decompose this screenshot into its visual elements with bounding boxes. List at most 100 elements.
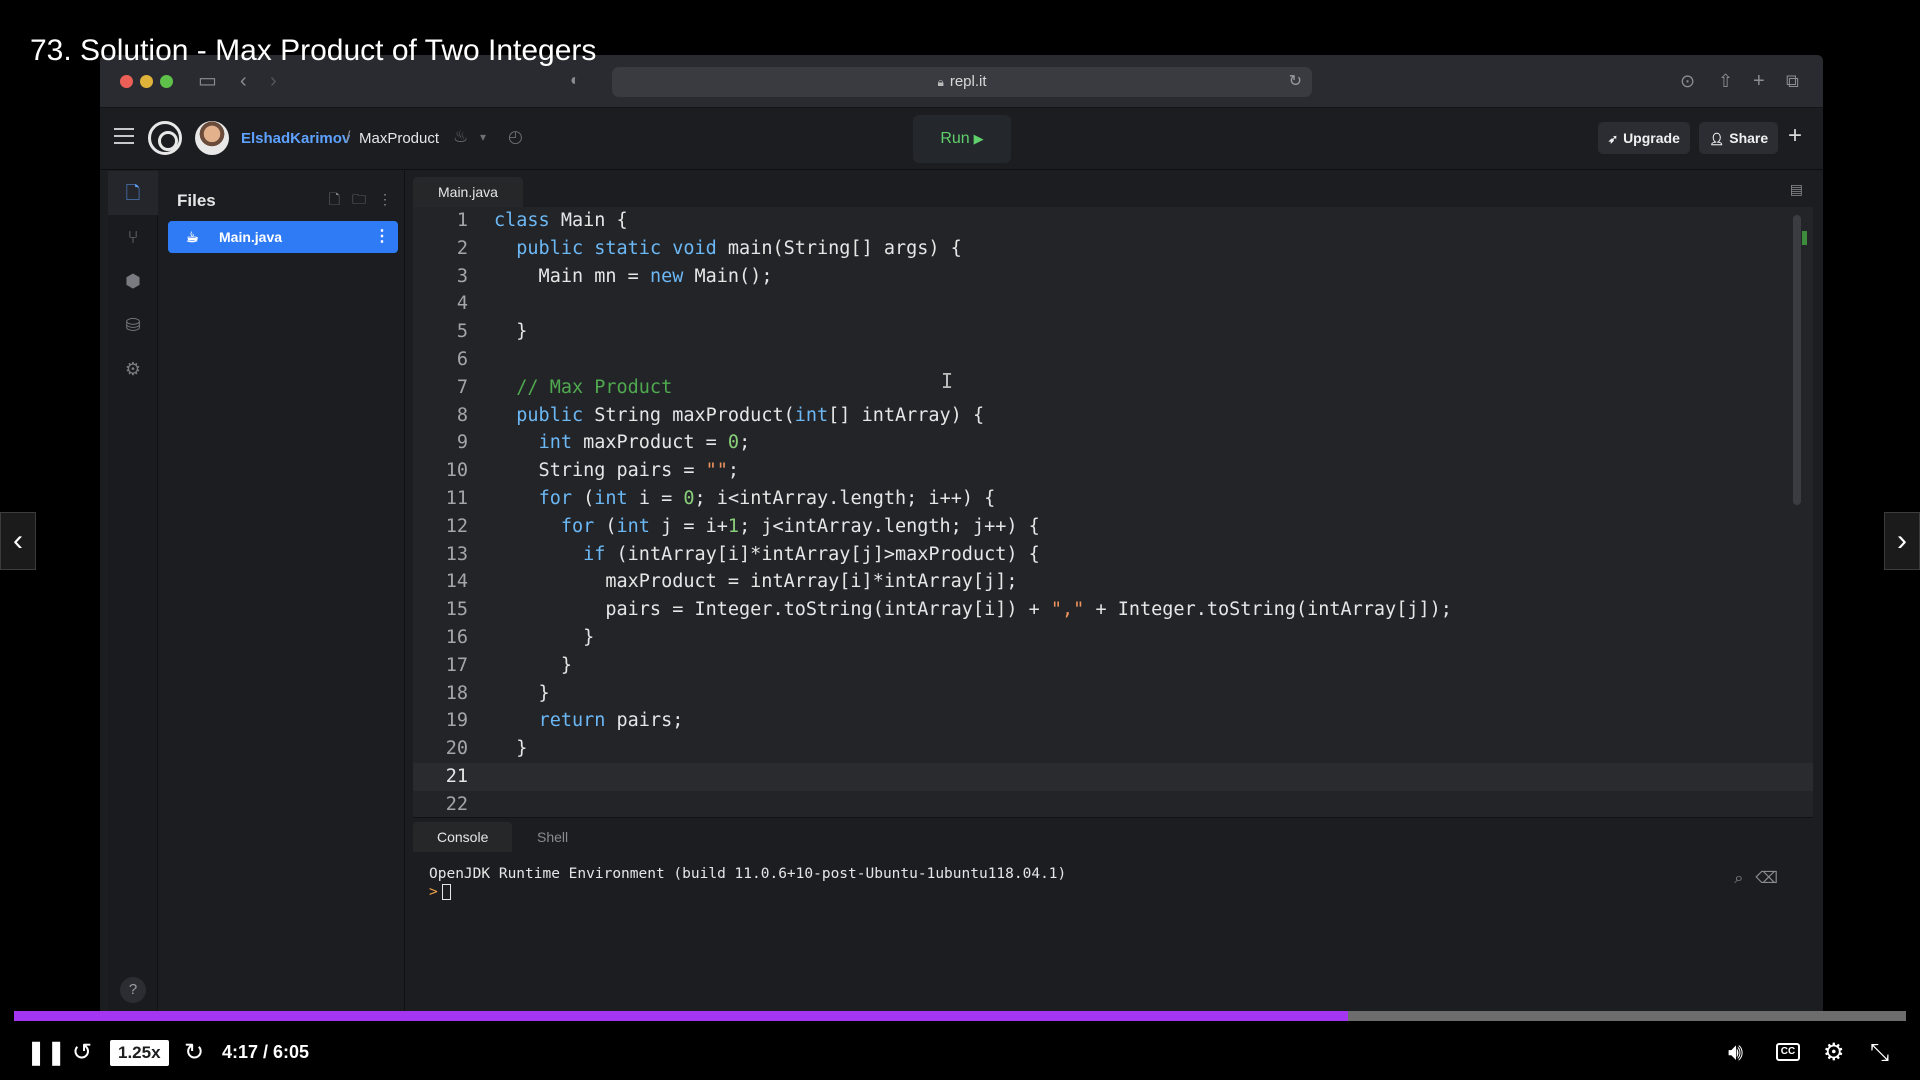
- settings-icon[interactable]: ⚙: [108, 347, 158, 391]
- code-line[interactable]: 10 String pairs = "";: [413, 457, 1813, 485]
- file-item-main-java[interactable]: ☕︎ Main.java ⋮: [168, 221, 398, 253]
- upgrade-label: Upgrade: [1623, 130, 1680, 146]
- captions-icon[interactable]: CC: [1776, 1043, 1800, 1061]
- code-line[interactable]: 19 return pairs;: [413, 707, 1813, 735]
- packages-icon[interactable]: ⬢: [108, 259, 158, 303]
- code-line[interactable]: 2 public static void main(String[] args)…: [413, 235, 1813, 263]
- replit-logo[interactable]: [148, 121, 182, 155]
- forward-icon[interactable]: ↻: [184, 1038, 204, 1068]
- line-number: 2: [456, 237, 468, 259]
- code-line[interactable]: 8 public String maxProduct(int[] intArra…: [413, 402, 1813, 430]
- code-line[interactable]: 9 int maxProduct = 0;: [413, 429, 1813, 457]
- line-number: 3: [456, 265, 468, 287]
- code-line[interactable]: 3 Main mn = new Main();: [413, 263, 1813, 291]
- exit-fullscreen-icon[interactable]: ⤡: [1870, 1038, 1889, 1068]
- code-line[interactable]: 6: [413, 346, 1813, 374]
- add-person-icon: 👤︎: [1709, 132, 1725, 146]
- code-line[interactable]: 17 }: [413, 652, 1813, 680]
- files-icon[interactable]: 🗋︎: [108, 171, 158, 215]
- line-number: 21: [445, 765, 468, 787]
- history-icon[interactable]: ◴: [508, 127, 523, 147]
- previous-lecture-button[interactable]: ‹: [0, 512, 36, 570]
- file-options-icon[interactable]: ⋮: [374, 221, 390, 253]
- code-line[interactable]: 1 class Main {: [413, 207, 1813, 235]
- code-text: }: [494, 738, 528, 760]
- line-number: 5: [456, 321, 468, 343]
- tab-overview-icon[interactable]: ⧉: [1786, 69, 1799, 93]
- search-icon[interactable]: ⌕: [1734, 870, 1743, 887]
- console-output[interactable]: OpenJDK Runtime Environment (build 11.0.…: [413, 852, 1813, 1015]
- tab-console[interactable]: Console: [413, 822, 513, 852]
- new-file-icon[interactable]: 🗋︎: [329, 191, 340, 207]
- tab-main-java[interactable]: Main.java: [413, 177, 523, 207]
- settings-gear-icon[interactable]: ⚙: [1823, 1038, 1845, 1068]
- more-options-icon[interactable]: ⋮: [378, 191, 392, 207]
- new-tab-icon[interactable]: +: [1753, 69, 1765, 93]
- next-lecture-button[interactable]: ›: [1884, 512, 1920, 570]
- breadcrumb-separator: /: [346, 129, 351, 146]
- editor-area: Main.java ▤ 1 class Main {2 public static…: [413, 171, 1823, 1015]
- zoom-window-button[interactable]: [160, 75, 173, 88]
- line-number: 9: [456, 432, 468, 454]
- console-tabs: Console Shell: [413, 818, 1813, 852]
- code-text: for (int j = i+1; j<intArray.length; j++…: [560, 515, 1040, 537]
- code-line[interactable]: 4: [413, 290, 1813, 318]
- add-icon[interactable]: +: [1788, 122, 1802, 150]
- console-tools: ⌕ ⌫: [1722, 868, 1778, 888]
- owner-link[interactable]: ElshadKarimov: [241, 130, 350, 147]
- code-line[interactable]: 5 }: [413, 318, 1813, 346]
- code-line[interactable]: 13 if (intArray[i]*intArray[j]>maxProduc…: [413, 541, 1813, 569]
- avatar[interactable]: [195, 121, 229, 155]
- editor-layout-icon[interactable]: ▤: [1790, 181, 1803, 198]
- share-button[interactable]: 👤︎ Share: [1699, 122, 1779, 154]
- code-editor[interactable]: 1 class Main {2 public static void main(S…: [413, 207, 1813, 817]
- run-button[interactable]: Run ▶: [913, 115, 1011, 163]
- reload-icon[interactable]: ↻: [1289, 67, 1302, 97]
- code-line[interactable]: 16 }: [413, 624, 1813, 652]
- chevron-down-icon[interactable]: ▾: [480, 130, 486, 144]
- address-bar[interactable]: 🔒︎ repl.it ↻: [612, 67, 1312, 97]
- console-caret: [441, 884, 451, 900]
- code-line[interactable]: 15 pairs = Integer.toString(intArray[i])…: [413, 596, 1813, 624]
- database-icon[interactable]: ⛁: [108, 303, 158, 347]
- line-number: 17: [445, 654, 468, 676]
- help-button[interactable]: ?: [120, 977, 146, 1003]
- code-text: public static void main(String[] args) {: [516, 237, 962, 259]
- code-text: String pairs = "";: [494, 460, 740, 482]
- new-folder-icon[interactable]: 🗀︎: [352, 191, 366, 207]
- line-number: 4: [456, 293, 468, 315]
- code-line[interactable]: 12 for (int j = i+1; j<intArray.length; …: [413, 513, 1813, 541]
- java-icon: ☕︎: [186, 229, 199, 245]
- downloads-icon[interactable]: ⊙: [1680, 69, 1695, 93]
- code-line[interactable]: 11 for (int i = 0; i<intArray.length; i+…: [413, 485, 1813, 513]
- repl-name[interactable]: MaxProduct: [359, 130, 439, 147]
- code-line[interactable]: 20 }: [413, 735, 1813, 763]
- code-line[interactable]: 22: [413, 791, 1813, 819]
- code-text: Main mn = new Main();: [494, 265, 773, 287]
- pause-icon[interactable]: ❚❚: [26, 1038, 66, 1068]
- sidebar-toggle-icon[interactable]: ▭: [198, 69, 217, 93]
- close-window-button[interactable]: [120, 75, 133, 88]
- minimize-window-button[interactable]: [140, 75, 153, 88]
- rewind-icon[interactable]: ↺: [72, 1038, 92, 1068]
- editor-scrollbar[interactable]: [1793, 215, 1801, 505]
- clear-console-icon[interactable]: ⌫: [1755, 870, 1778, 887]
- code-text: }: [494, 626, 595, 648]
- code-line[interactable]: 21: [413, 762, 1813, 791]
- back-icon[interactable]: ‹: [240, 69, 247, 93]
- menu-icon[interactable]: [114, 128, 134, 144]
- forward-icon[interactable]: ›: [270, 69, 277, 93]
- playback-speed-button[interactable]: 1.25x: [110, 1040, 169, 1066]
- code-line[interactable]: 18 }: [413, 680, 1813, 708]
- code-line[interactable]: 14 maxProduct = intArray[i]*intArray[j];: [413, 568, 1813, 596]
- tab-shell[interactable]: Shell: [513, 822, 592, 852]
- share-page-icon[interactable]: ⇧: [1718, 69, 1733, 93]
- video-progress-bar[interactable]: [14, 1011, 1906, 1021]
- version-control-icon[interactable]: ⑂: [108, 215, 158, 259]
- console-panel: Console Shell OpenJDK Runtime Environmen…: [413, 817, 1813, 1015]
- volume-icon[interactable]: 🔊︎: [1728, 1038, 1743, 1068]
- privacy-shield-icon[interactable]: ◐: [570, 69, 580, 93]
- line-number: 13: [445, 543, 468, 565]
- upgrade-button[interactable]: ➶ Upgrade: [1598, 122, 1690, 154]
- code-line[interactable]: 7 // Max Product: [413, 374, 1813, 402]
